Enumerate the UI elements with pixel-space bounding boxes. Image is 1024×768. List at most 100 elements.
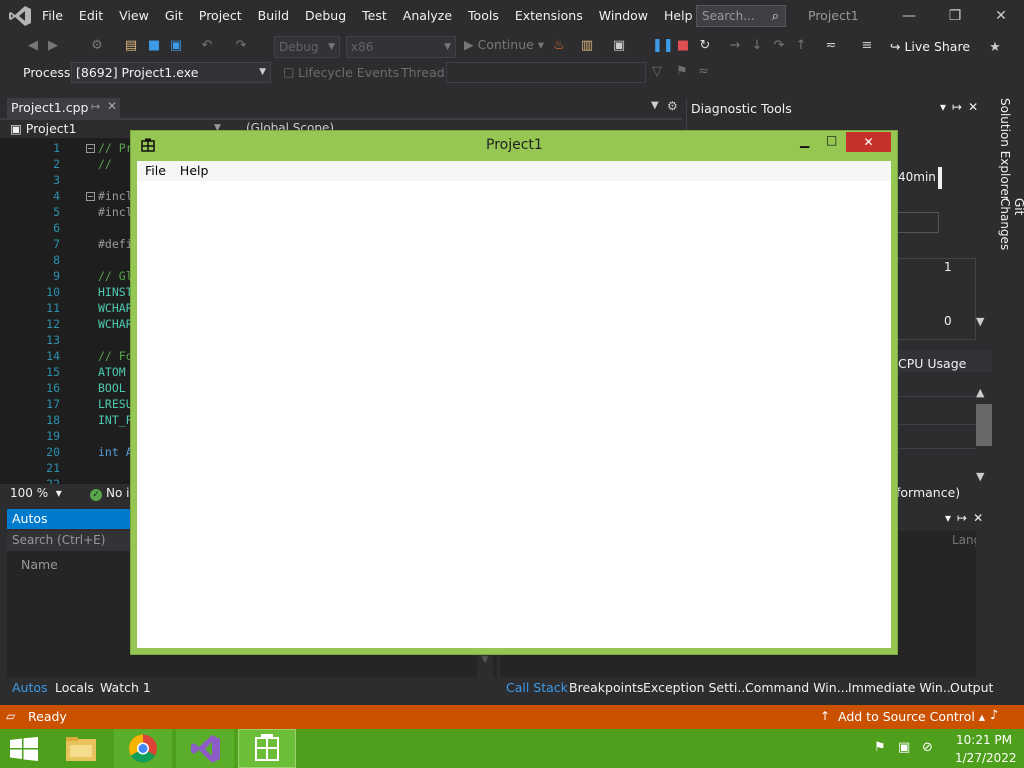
collapse-icon[interactable]: − (86, 192, 95, 201)
undo-icon[interactable]: ↶ (198, 37, 216, 55)
new-project-icon[interactable]: ⚙ (88, 37, 106, 55)
back-icon[interactable]: ◀ (24, 37, 42, 55)
tab-output[interactable]: Output (950, 680, 993, 695)
tab-locals[interactable]: Locals (55, 680, 94, 695)
flag-icon[interactable]: ⚑ (676, 64, 688, 79)
issues-indicator[interactable]: ✓ No is (90, 486, 136, 501)
taskbar-file-explorer[interactable] (52, 729, 110, 768)
menu-tools[interactable]: Tools (460, 0, 507, 32)
toolbar-overflow-icon[interactable]: ≡ (858, 37, 876, 55)
scroll-down-icon[interactable]: ▼ (477, 655, 493, 677)
redo-icon[interactable]: ↷ (232, 37, 250, 55)
save-all-icon[interactable]: ▣ (167, 37, 185, 55)
notification-bell-icon[interactable]: ♪ (990, 708, 998, 723)
feedback-icon[interactable]: ★ (986, 39, 1004, 57)
hot-reload-icon[interactable]: ♨ (550, 37, 568, 55)
taskbar-chrome[interactable] (114, 729, 172, 768)
tab-list-icon[interactable]: ▼ (651, 100, 659, 111)
stack-frame-icon[interactable]: ≈ (698, 64, 709, 79)
scrollbar-track[interactable] (976, 531, 992, 677)
save-icon[interactable]: ■ (145, 37, 163, 55)
menu-view[interactable]: View (111, 0, 157, 32)
menu-test[interactable]: Test (354, 0, 395, 32)
close-tab-icon[interactable]: ✕ (107, 99, 117, 113)
network-icon[interactable]: ▣ (898, 740, 910, 755)
cpu-usage-tab[interactable]: CPU Usage (898, 356, 966, 371)
configuration-dropdown[interactable]: Debug ▼ (274, 36, 340, 58)
tab-git-changes[interactable]: Git Changes (998, 198, 1024, 268)
lifecycle-events-button[interactable]: Lifecycle Events (298, 65, 399, 80)
column-header-name[interactable]: Name (21, 557, 58, 572)
timeline-marker[interactable] (938, 167, 942, 189)
taskbar-clock-date[interactable]: 1/27/2022 (955, 751, 1017, 765)
pause-icon[interactable]: ❚❚ (652, 37, 674, 55)
menu-extensions[interactable]: Extensions (507, 0, 591, 32)
process-dropdown[interactable]: [8692] Project1.exe ▼ (71, 62, 271, 83)
app-close-button[interactable]: ✕ (846, 132, 891, 152)
platform-dropdown[interactable]: x86 ▼ (346, 36, 456, 58)
menu-analyze[interactable]: Analyze (395, 0, 460, 32)
app-menu-file[interactable]: File (137, 161, 172, 181)
step-into-icon[interactable]: ↓ (748, 37, 766, 55)
settings-icon[interactable]: ⚙ (667, 99, 678, 113)
menu-project[interactable]: Project (191, 0, 250, 32)
panel-controls[interactable]: ▾↦✕ (940, 100, 984, 114)
close-icon[interactable]: ✕ (978, 0, 1024, 32)
tab-command-window[interactable]: Command Win... (745, 680, 849, 695)
zoom-dropdown[interactable]: 100 % ▾ (10, 486, 62, 500)
tab-call-stack[interactable]: Call Stack (506, 680, 568, 695)
menu-edit[interactable]: Edit (71, 0, 111, 32)
taskbar-clock-time[interactable]: 10:21 PM (956, 733, 1012, 747)
add-to-source-control-button[interactable]: Add to Source Control ▴ (838, 709, 985, 724)
thread-dropdown[interactable] (446, 62, 646, 83)
tab-immediate-window[interactable]: Immediate Win... (848, 680, 955, 695)
restore-icon[interactable]: ❐ (932, 0, 978, 32)
breakpoint-toggle-icon[interactable]: ≂ (822, 37, 840, 55)
app-maximize-icon[interactable]: □ (826, 133, 837, 147)
menu-debug[interactable]: Debug (297, 0, 354, 32)
tab-breakpoints[interactable]: Breakpoints (569, 680, 643, 695)
scroll-down-icon[interactable]: ▼ (976, 315, 984, 328)
panel-controls[interactable]: ▾↦✕ (945, 511, 989, 525)
app-window-icon[interactable] (141, 138, 155, 152)
live-share-button[interactable]: ↪ Live Share (890, 39, 970, 54)
menu-git[interactable]: Git (157, 0, 191, 32)
step-over-icon[interactable]: ↷ (770, 37, 788, 55)
menu-file[interactable]: File (34, 0, 71, 32)
scroll-down-icon[interactable]: ▼ (976, 470, 984, 483)
performance-link[interactable]: formance) (896, 485, 960, 500)
pin-icon[interactable]: ↦ (91, 100, 100, 113)
project-dropdown[interactable]: ▣ Project1 (10, 121, 77, 136)
show-next-statement-icon[interactable]: → (726, 37, 744, 55)
menu-window[interactable]: Window (591, 0, 656, 32)
windows-start-icon[interactable] (10, 737, 38, 761)
stop-icon[interactable]: ■ (674, 37, 692, 55)
minimize-icon[interactable]: — (886, 0, 932, 32)
tab-autos[interactable]: Autos (12, 680, 48, 695)
menu-build[interactable]: Build (250, 0, 297, 32)
menu-help[interactable]: Help (656, 0, 701, 32)
step-out-icon[interactable]: ↑ (792, 37, 810, 55)
autos-search-input[interactable]: Search (Ctrl+E) (7, 531, 131, 551)
scroll-up-icon[interactable]: ▲ (976, 386, 984, 399)
tab-project1-cpp[interactable]: Project1.cpp ↦ ✕ (7, 98, 120, 118)
screenshot-icon[interactable]: ▣ (610, 37, 628, 55)
continue-button[interactable]: ▶ Continue ▾ (464, 37, 544, 52)
search-input[interactable]: Search... ⌕ (696, 5, 786, 27)
tab-watch-1[interactable]: Watch 1 (100, 680, 151, 695)
app-minimize-icon[interactable]: ▁ (800, 134, 809, 148)
app-menu-help[interactable]: Help (172, 161, 215, 181)
forward-icon[interactable]: ▶ (44, 37, 62, 55)
collapse-icon[interactable]: − (86, 144, 95, 153)
find-in-files-icon[interactable]: ▥ (578, 37, 596, 55)
tab-solution-explorer[interactable]: Solution Explorer (998, 98, 1012, 201)
open-folder-icon[interactable]: ▤ (122, 37, 140, 55)
app-client-area[interactable] (137, 161, 891, 648)
tab-exception-settings[interactable]: Exception Setti... (643, 680, 749, 695)
taskbar-project1-app[interactable] (238, 729, 296, 768)
filter-icon[interactable]: ▽ (652, 64, 662, 79)
action-center-flag-icon[interactable]: ⚑ (874, 740, 886, 755)
scrollbar-thumb[interactable] (976, 404, 992, 446)
restart-icon[interactable]: ↻ (696, 37, 714, 55)
taskbar-visual-studio[interactable] (176, 729, 234, 768)
